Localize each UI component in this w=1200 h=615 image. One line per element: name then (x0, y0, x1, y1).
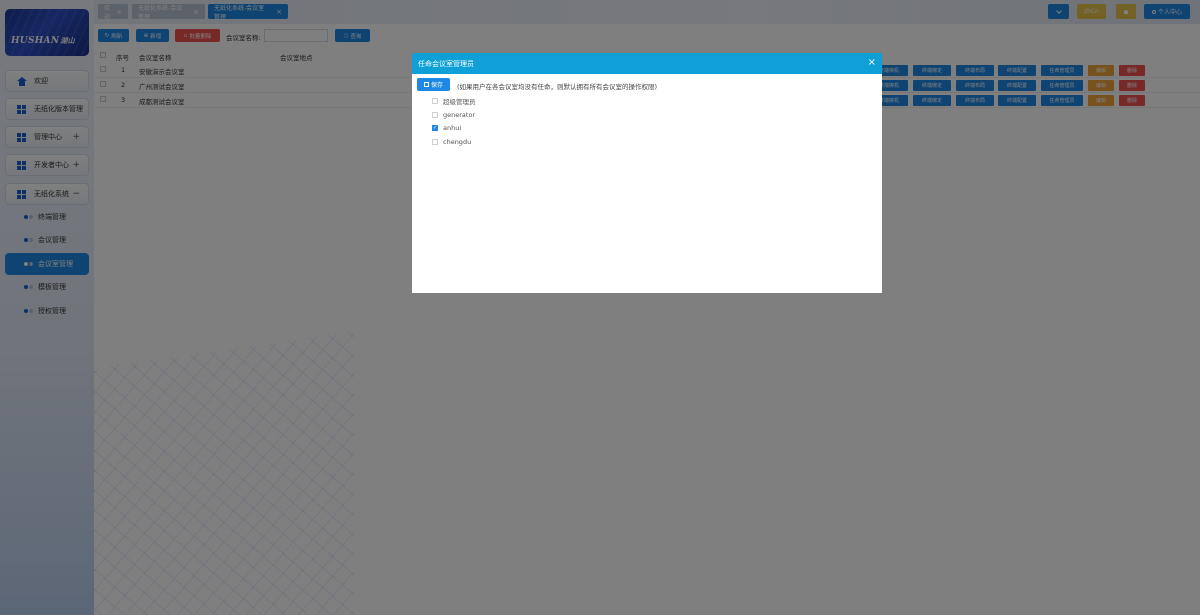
option-label: anhui (443, 124, 462, 132)
dialog-title: 任命会议室管理员 (418, 59, 474, 68)
admin-option-chengdu[interactable]: chengdu (432, 137, 471, 147)
admin-option-super-admin[interactable]: 超级管理员 (432, 96, 476, 106)
save-label: 保存 (430, 82, 443, 89)
appoint-admin-dialog: 任命会议室管理员 × 保存 (如果用户在各会议室均没有任命，则默认拥有所有会议室… (412, 53, 882, 293)
admin-option-generator[interactable]: generator (432, 110, 475, 120)
admin-option-anhui[interactable]: ✓ anhui (432, 123, 461, 133)
dialog-header: 任命会议室管理员 × (412, 53, 882, 74)
save-icon (423, 82, 429, 87)
option-label: chengdu (443, 138, 472, 146)
option-label: 超级管理员 (443, 98, 476, 106)
option-checkbox[interactable] (432, 139, 438, 145)
option-checkbox[interactable]: ✓ (432, 125, 438, 131)
option-checkbox[interactable] (432, 112, 438, 118)
option-checkbox[interactable] (432, 98, 438, 104)
close-icon[interactable]: × (868, 57, 876, 68)
option-label: generator (443, 111, 476, 119)
dialog-hint: (如果用户在各会议室均没有任命，则默认拥有所有会议室的操作权限) (457, 83, 658, 91)
save-button[interactable]: 保存 (417, 78, 450, 91)
